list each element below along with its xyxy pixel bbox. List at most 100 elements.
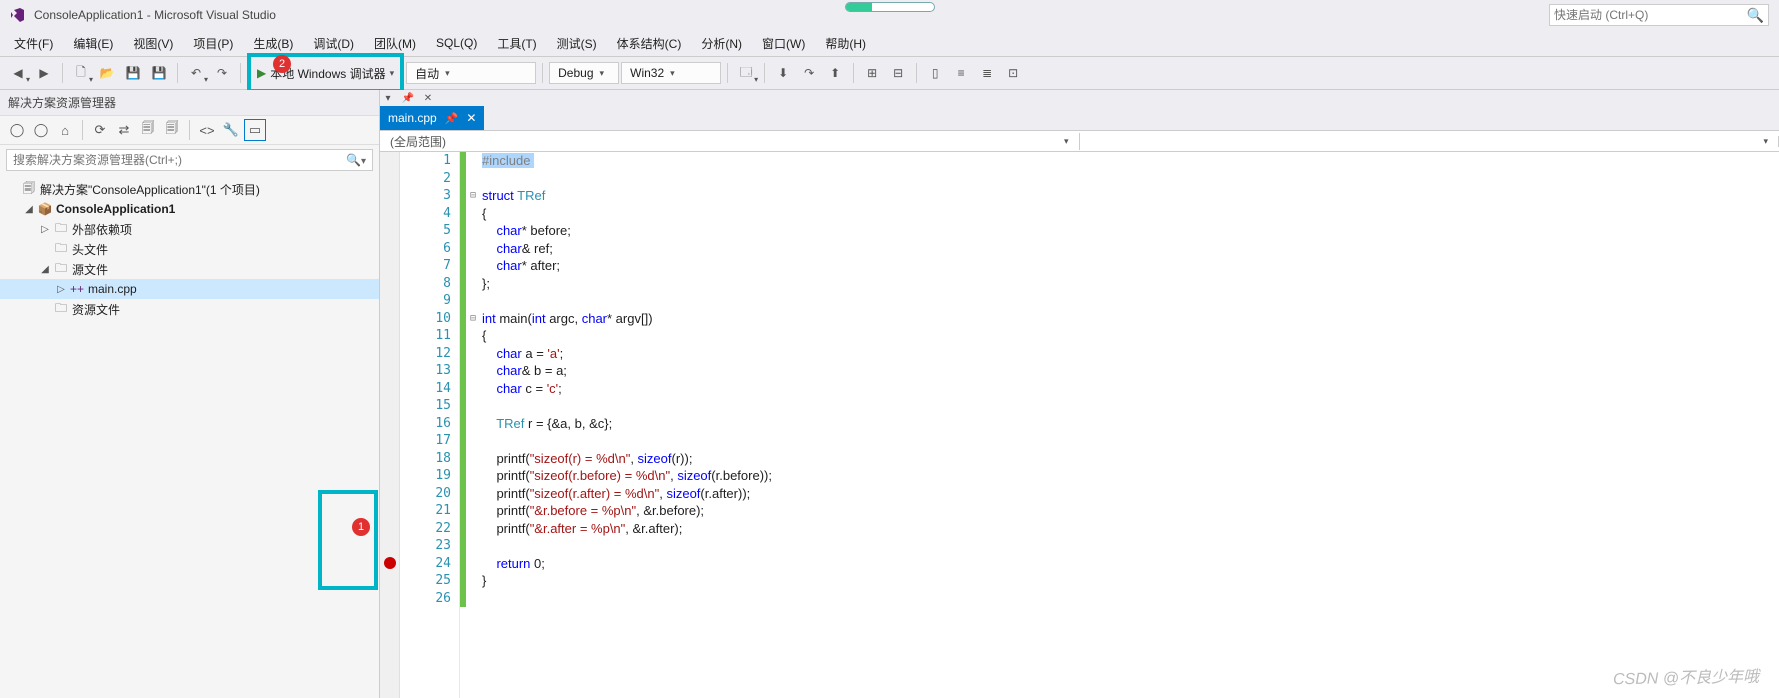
nav-back-button[interactable]: ◀▾ (6, 61, 30, 85)
sol-preview-icon[interactable]: ▭ (244, 119, 266, 141)
nav-fwd-button[interactable]: ▶ (32, 61, 56, 85)
separator (727, 63, 728, 83)
sol-home-icon[interactable]: ⌂ (54, 119, 76, 141)
tab-label: main.cpp (388, 111, 437, 125)
separator (542, 63, 543, 83)
menu-window[interactable]: 窗口(W) (752, 31, 815, 56)
fold-margin[interactable]: ⊟⊟ (466, 152, 480, 698)
solution-search-input[interactable] (7, 150, 340, 170)
solution-tree: 🗐 解决方案"ConsoleApplication1"(1 个项目) ◢ 📦 C… (0, 175, 379, 698)
tree-resources[interactable]: 🗀 资源文件 (0, 299, 379, 319)
expander-icon[interactable]: ◢ (38, 264, 52, 275)
step-out-icon[interactable]: ⬆ (823, 61, 847, 85)
sol-code-icon[interactable]: <> (196, 119, 218, 141)
sol-sync-icon[interactable]: ⇄ (113, 119, 135, 141)
expander-icon[interactable]: ▷ (38, 224, 52, 235)
window-title: ConsoleApplication1 - Microsoft Visual S… (34, 8, 276, 22)
code-editor[interactable]: 1234567891011121314151617181920212223242… (380, 152, 1779, 698)
play-icon[interactable]: ▶ (257, 66, 266, 80)
sol-back-icon[interactable]: ◯ (6, 119, 28, 141)
solution-icon: 🗐 (20, 179, 38, 200)
menu-build[interactable]: 生成(B) (243, 31, 303, 56)
menu-tools[interactable]: 工具(T) (487, 31, 546, 56)
title-bar: ConsoleApplication1 - Microsoft Visual S… (0, 0, 1779, 30)
undo-button[interactable]: ↶▾ (184, 61, 208, 85)
folder-icon: 🗀 (52, 239, 70, 260)
menu-view[interactable]: 视图(V) (123, 31, 183, 56)
menu-file[interactable]: 文件(F) (4, 31, 63, 56)
menu-project[interactable]: 项目(P) (183, 31, 243, 56)
scope-combo-left[interactable]: (全局范围) ▾ (380, 133, 1080, 150)
sol-btn-1[interactable]: 🗐 (137, 119, 159, 141)
menu-edit[interactable]: 编辑(E) (63, 31, 123, 56)
save-all-button[interactable]: 💾 (147, 61, 171, 85)
separator (189, 120, 190, 140)
tree-external-deps[interactable]: ▷ 🗀 外部依赖项 (0, 219, 379, 239)
step-into-icon[interactable]: ⬇ (771, 61, 795, 85)
combo-config[interactable]: Debug▾ (549, 62, 619, 84)
menu-team[interactable]: 团队(M) (364, 31, 426, 56)
combo-platform[interactable]: Win32▾ (621, 62, 721, 84)
expander-icon[interactable]: ◢ (22, 204, 36, 215)
toolbtn-3[interactable]: ⊟ (886, 61, 910, 85)
expander-icon[interactable]: ▷ (54, 284, 68, 295)
pin-icon[interactable]: 📌 (400, 90, 416, 106)
quick-launch-input[interactable] (1554, 8, 1747, 22)
sol-refresh-icon[interactable]: ⟳ (89, 119, 111, 141)
toolbtn-5[interactable]: ≡ (949, 61, 973, 85)
progress-indicator (845, 2, 935, 12)
toolbtn-4[interactable]: ▯ (923, 61, 947, 85)
chevron-down-icon[interactable]: ▾ (390, 68, 395, 79)
combo-config-label: Debug (558, 66, 593, 80)
quick-launch-box[interactable]: 🔍 (1549, 4, 1769, 26)
close-icon[interactable]: ✕ (466, 111, 476, 125)
tree-main-cpp[interactable]: ▷ ++ main.cpp (0, 279, 379, 299)
redo-button[interactable]: ↷ (210, 61, 234, 85)
dropdown-icon[interactable]: ▾ (380, 90, 396, 106)
combo-auto[interactable]: 自动 ▾ (406, 62, 536, 84)
tree-solution-root[interactable]: 🗐 解决方案"ConsoleApplication1"(1 个项目) (0, 179, 379, 199)
new-project-button[interactable]: 🗋▾ (69, 61, 93, 85)
pin-icon[interactable]: 📌 (445, 112, 459, 125)
tree-headers[interactable]: 🗀 头文件 (0, 239, 379, 259)
solution-explorer-title: 解决方案资源管理器 (0, 90, 379, 115)
menu-analyze[interactable]: 分析(N) (691, 31, 752, 56)
scope-bar: (全局范围) ▾ ▾ (380, 130, 1779, 152)
tab-bar: main.cpp 📌 ✕ (380, 106, 1779, 130)
scope-combo-right[interactable]: ▾ (1080, 136, 1779, 147)
watermark-text: CSDN @不良少年哦 (1613, 663, 1759, 690)
tree-sources[interactable]: ◢ 🗀 源文件 (0, 259, 379, 279)
close-icon[interactable]: ✕ (420, 90, 436, 106)
toolbtn-1[interactable]: 🗔▾ (734, 61, 758, 85)
breakpoint-margin[interactable] (380, 152, 400, 698)
sol-btn-2[interactable]: 🗐 (161, 119, 183, 141)
tree-project[interactable]: ◢ 📦 ConsoleApplication1 (0, 199, 379, 219)
tab-main-cpp[interactable]: main.cpp 📌 ✕ (380, 106, 484, 130)
combo-auto-label: 自动 (415, 65, 439, 82)
chevron-down-icon: ▾ (445, 68, 450, 79)
menu-help[interactable]: 帮助(H) (815, 31, 876, 56)
toolbtn-6[interactable]: ≣ (975, 61, 999, 85)
menu-architecture[interactable]: 体系结构(C) (607, 31, 692, 56)
step-over-icon[interactable]: ↷ (797, 61, 821, 85)
separator (240, 63, 241, 83)
separator (853, 63, 854, 83)
run-debugger-highlight: 2 ▶ 本地 Windows 调试器 ▾ (247, 53, 404, 93)
toolbtn-7[interactable]: ⊡ (1001, 61, 1025, 85)
separator (177, 63, 178, 83)
chevron-down-icon: ▾ (670, 68, 675, 79)
toolbtn-2[interactable]: ⊞ (860, 61, 884, 85)
menu-test[interactable]: 测试(S) (547, 31, 607, 56)
save-button[interactable]: 💾 (121, 61, 145, 85)
open-file-button[interactable]: 📂 (95, 61, 119, 85)
sol-properties-icon[interactable]: 🔧 (220, 119, 242, 141)
folder-icon: 🗀 (52, 259, 70, 280)
folder-icon: 🗀 (52, 299, 70, 320)
sol-fwd-icon[interactable]: ◯ (30, 119, 52, 141)
menu-sql[interactable]: SQL(Q) (426, 32, 487, 54)
annotation-box-1: 1 (318, 490, 378, 590)
solution-search-box[interactable]: 🔍▾ (6, 149, 373, 171)
menu-debug[interactable]: 调试(D) (303, 31, 364, 56)
separator (764, 63, 765, 83)
code-text[interactable]: #include struct TRef{ char* before; char… (480, 152, 1779, 698)
